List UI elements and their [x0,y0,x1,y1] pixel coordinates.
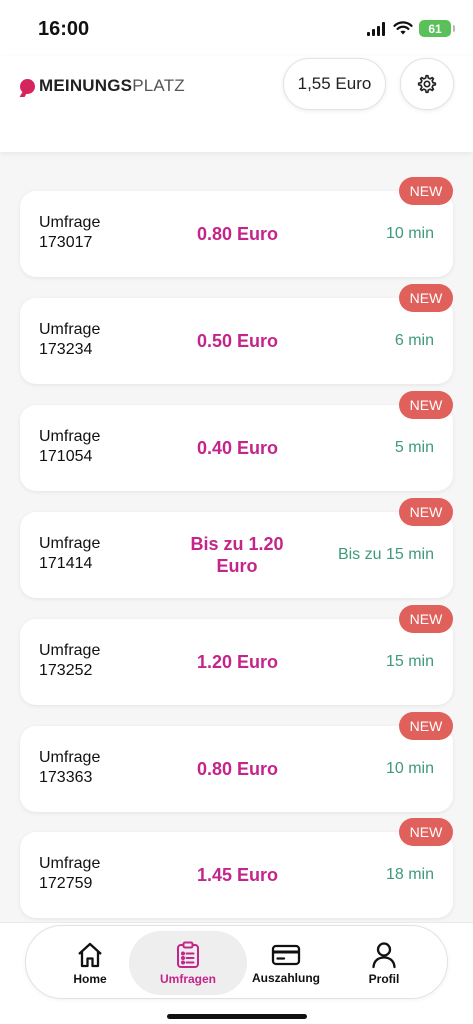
battery-indicator: 61 [419,20,455,37]
survey-reward: Bis zu 1.20 Euro [190,534,284,576]
survey-reward: 0.40 Euro [196,438,279,458]
new-badge: NEW [399,818,453,846]
user-icon [372,941,396,968]
settings-button[interactable] [400,58,454,110]
survey-name: Umfrage 171414 [39,535,101,572]
new-badge: NEW [399,284,453,312]
status-icons: 61 [367,20,455,37]
survey-name: Umfrage 173363 [39,749,101,786]
tab-profil[interactable]: Profil [334,931,434,995]
status-time: 16:00 [38,18,90,40]
survey-reward: 1.45 Euro [196,865,279,885]
status-bar: 16:00 61 [0,0,473,56]
new-badge: NEW [399,498,453,526]
tab-label: Auszahlung [252,970,320,985]
balance-amount: 1,55 Euro [297,74,372,93]
survey-card[interactable]: Umfrage 171414 Bis zu 1.20 Euro Bis zu 1… [20,498,453,598]
survey-card[interactable]: Umfrage 173252 1.20 Euro 15 min NEW [20,605,453,705]
tab-home[interactable]: Home [40,931,140,995]
gear-icon [417,74,437,94]
survey-reward: 1.20 Euro [196,652,279,672]
logo-text: MEINUNGSPLATZ [39,76,185,95]
tab-label: Profil [368,971,400,986]
tab-auszahlung[interactable]: Auszahlung [236,931,336,995]
home-indicator [167,1014,307,1019]
home-icon [78,942,102,967]
new-badge: NEW [399,605,453,633]
battery-level: 61 [428,21,442,36]
signal-icon [367,21,385,36]
app-header: MEINUNGSPLATZ 1,55 Euro [0,56,473,152]
survey-reward: 0.80 Euro [196,759,279,779]
wifi-icon [393,21,413,35]
bottom-navigation-area: Home Umfragen Auszahlung Profil [0,922,473,1024]
clipboard-list-icon [177,941,199,968]
tab-bar: Home Umfragen Auszahlung Profil [25,925,448,999]
survey-card[interactable]: Umfrage 173234 0.50 Euro 6 min NEW [20,284,453,384]
logo-speech-bubble-icon [20,78,35,94]
new-badge: NEW [399,391,453,419]
tab-umfragen[interactable]: Umfragen [129,931,247,995]
tab-label: Umfragen [159,971,216,986]
survey-card[interactable]: Umfrage 172759 1.45 Euro 18 min NEW [20,818,453,918]
meinungsplatz-logo: MEINUNGSPLATZ [20,76,185,96]
balance-button[interactable]: 1,55 Euro [283,58,386,110]
survey-card[interactable]: Umfrage 173363 0.80 Euro 10 min NEW [20,712,453,812]
credit-card-icon [271,944,301,965]
survey-card[interactable]: Umfrage 171054 0.40 Euro 5 min NEW [20,391,453,491]
survey-name: Umfrage 173234 [39,321,101,358]
survey-reward: 0.50 Euro [196,331,279,351]
survey-name: Umfrage 172759 [39,855,101,892]
survey-card[interactable]: Umfrage 173017 0.80 Euro 10 min NEW [20,177,453,277]
survey-name: Umfrage 173252 [39,642,101,679]
survey-name: Umfrage 173017 [39,214,101,251]
survey-name: Umfrage 171054 [39,428,101,465]
tab-label: Home [73,971,107,986]
new-badge: NEW [399,712,453,740]
survey-reward: 0.80 Euro [196,224,279,244]
new-badge: NEW [399,177,453,205]
